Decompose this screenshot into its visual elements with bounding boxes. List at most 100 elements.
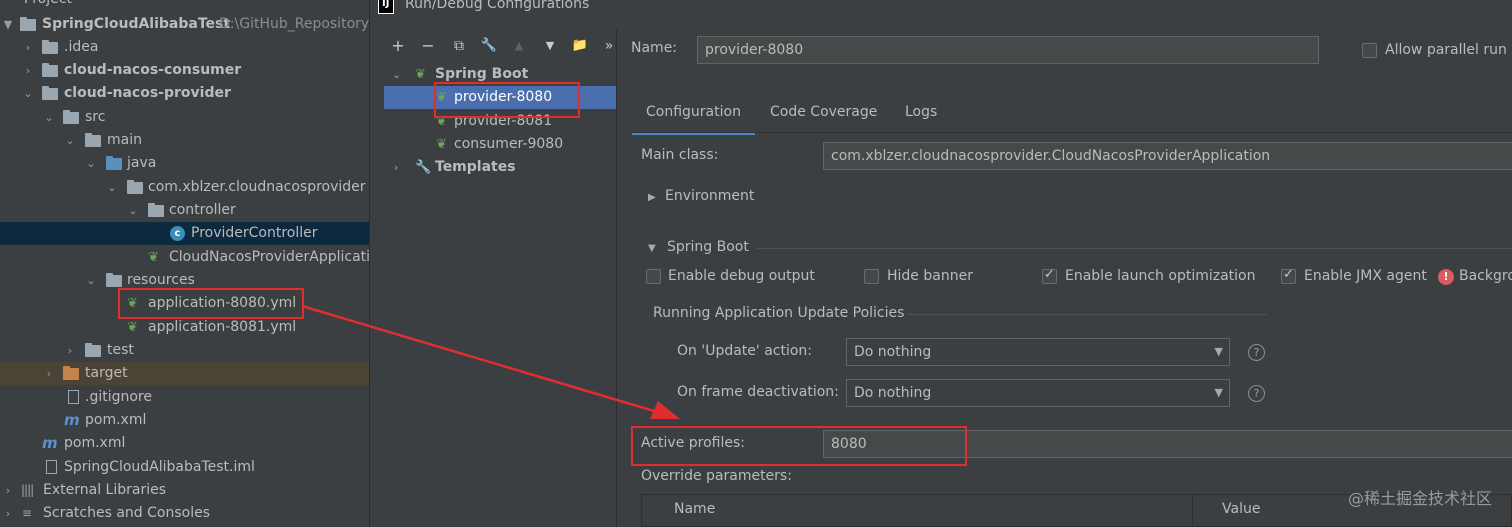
remove-icon[interactable]: − (417, 34, 439, 58)
tree-row-root[interactable]: ▼ SpringCloudAlibabaTest D:\GitHub_Repos… (0, 13, 369, 36)
tree-row-package[interactable]: ⌄ com.xblzer.cloudnacosprovider (0, 176, 369, 199)
resources-folder-icon (106, 273, 122, 287)
collapse-down-icon[interactable]: ▼ (648, 243, 656, 254)
spring-boot-icon: ❦ (415, 67, 426, 82)
tree-label: com.xblzer.cloudnacosprovider (148, 179, 366, 195)
dialog-title-bar: IJ Run/Debug Configurations (370, 0, 1512, 18)
main-class-input[interactable]: com.xblzer.cloudnacosprovider.CloudNacos… (823, 142, 1512, 170)
move-down-icon[interactable]: ▼ (539, 34, 561, 58)
chevron-down-icon[interactable]: ⌄ (106, 176, 118, 199)
wrench-icon[interactable]: 🔧 (478, 34, 500, 58)
tree-row-scratches[interactable]: › ≡ Scratches and Consoles (0, 502, 369, 525)
expand-right-icon[interactable]: ▶ (648, 192, 656, 203)
tree-row-src[interactable]: ⌄ src (0, 106, 369, 129)
project-header-label: Project (24, 0, 72, 11)
tree-row-java[interactable]: ⌄ java (0, 152, 369, 175)
spring-boot-section-title: Spring Boot (667, 239, 749, 255)
chevron-down-icon[interactable]: ⌄ (85, 269, 97, 292)
table-header-name[interactable]: Name (674, 501, 715, 517)
tree-row-external-libraries[interactable]: › |||| External Libraries (0, 479, 369, 502)
hide-banner-checkbox[interactable] (864, 269, 879, 284)
tree-row-provider-pom[interactable]: m pom.xml (0, 409, 369, 432)
enable-jmx-agent-checkbox[interactable] (1281, 267, 1296, 284)
dialog-title: Run/Debug Configurations (405, 0, 590, 12)
tree-label: pom.xml (64, 435, 126, 451)
tabs-divider (631, 132, 1512, 133)
config-item-consumer-9080[interactable]: ❦ consumer-9080 (384, 133, 616, 156)
tree-row-iml[interactable]: SpringCloudAlibabaTest.iml (0, 456, 369, 479)
tree-label: java (127, 155, 157, 171)
tree-label: src (85, 109, 106, 125)
chevron-down-icon[interactable]: ⌄ (22, 82, 34, 105)
tree-row-gitignore[interactable]: .gitignore (0, 386, 369, 409)
chevron-right-icon[interactable]: › (22, 59, 34, 82)
chevron-down-icon[interactable]: ⌄ (64, 129, 76, 152)
module-folder-icon (42, 63, 58, 77)
new-folder-icon[interactable]: 📁 (569, 34, 591, 58)
tree-label: SpringCloudAlibabaTest (42, 16, 231, 32)
chevron-down-icon[interactable]: ⌄ (392, 63, 401, 86)
excluded-folder-icon (63, 366, 79, 380)
tab-configuration[interactable]: Configuration (632, 104, 755, 135)
allow-parallel-run-label: Allow parallel run (1385, 42, 1507, 58)
chevron-down-icon[interactable]: ⌄ (85, 152, 97, 175)
chevron-down-icon[interactable]: ⌄ (127, 199, 139, 222)
tree-label: .gitignore (85, 389, 152, 405)
folder-icon (63, 110, 79, 124)
folder-icon (85, 343, 101, 357)
chevron-right-icon[interactable]: › (394, 156, 398, 179)
tree-row-target[interactable]: › target (0, 362, 369, 385)
on-frame-deactivation-select[interactable]: Do nothing ▼ (846, 379, 1230, 407)
enable-launch-optimization-label: Enable launch optimization (1065, 268, 1256, 284)
environment-section[interactable]: Environment (665, 188, 754, 204)
spring-boot-run-icon: ❦ (436, 137, 447, 152)
tab-code-coverage[interactable]: Code Coverage (770, 104, 877, 132)
move-up-icon[interactable]: ▲ (508, 34, 530, 58)
tree-label: cloud-nacos-provider (64, 85, 231, 101)
spring-yml-icon: ❦ (127, 320, 138, 335)
module-folder-icon (20, 17, 36, 31)
tree-row-controller[interactable]: ⌄ controller (0, 199, 369, 222)
allow-parallel-run-checkbox[interactable] (1362, 43, 1377, 58)
tree-row-test[interactable]: › test (0, 339, 369, 362)
tree-row-idea[interactable]: › .idea (0, 36, 369, 59)
tree-row-main[interactable]: ⌄ main (0, 129, 369, 152)
name-label: Name: (631, 40, 678, 56)
maven-icon: m (42, 434, 58, 452)
tree-row-application-8081[interactable]: ❦ application-8081.yml (0, 316, 369, 339)
chevron-right-icon[interactable]: › (2, 479, 14, 502)
tree-row-consumer[interactable]: › cloud-nacos-consumer (0, 59, 369, 82)
on-update-select[interactable]: Do nothing ▼ (846, 338, 1230, 366)
enable-launch-optimization-checkbox[interactable] (1042, 267, 1057, 284)
maven-icon: m (64, 411, 80, 429)
tree-label: .idea (64, 39, 99, 55)
tree-label: ProviderController (191, 225, 318, 241)
tree-row-root-pom[interactable]: m pom.xml (0, 432, 369, 455)
chevron-right-icon[interactable]: › (64, 339, 76, 362)
tree-row-provider-controller[interactable]: c ProviderController (0, 222, 369, 245)
help-icon[interactable]: ? (1248, 344, 1265, 361)
config-group-templates[interactable]: › 🔧 Templates (384, 156, 616, 179)
tab-logs[interactable]: Logs (905, 104, 937, 132)
package-icon (148, 203, 164, 217)
chevron-right-icon[interactable]: › (22, 36, 34, 59)
tree-row-application-class[interactable]: ❦ CloudNacosProviderApplicati (0, 246, 370, 269)
source-folder-icon (106, 156, 122, 170)
enable-debug-output-checkbox[interactable] (646, 269, 661, 284)
chevron-down-icon[interactable]: ▼ (2, 13, 14, 36)
tree-label: CloudNacosProviderApplicati (169, 249, 370, 265)
tree-row-provider[interactable]: ⌄ cloud-nacos-provider (0, 82, 369, 105)
add-icon[interactable]: + (387, 34, 409, 58)
table-header-value[interactable]: Value (1222, 501, 1260, 517)
chevron-down-icon[interactable]: ⌄ (43, 106, 55, 129)
libraries-icon: |||| (21, 483, 34, 497)
config-item-label: consumer-9080 (454, 136, 564, 152)
name-input[interactable]: provider-8080 (697, 36, 1319, 64)
chevron-right-icon[interactable]: › (2, 502, 14, 525)
column-separator[interactable] (1192, 495, 1193, 527)
configurations-tree: ⌄ ❦ Spring Boot ❦ provider-8080 ❦ provid… (384, 63, 616, 527)
chevron-right-icon[interactable]: › (43, 362, 55, 385)
folder-icon (42, 40, 58, 54)
copy-icon[interactable]: ⧉ (448, 34, 470, 58)
help-icon[interactable]: ? (1248, 385, 1265, 402)
